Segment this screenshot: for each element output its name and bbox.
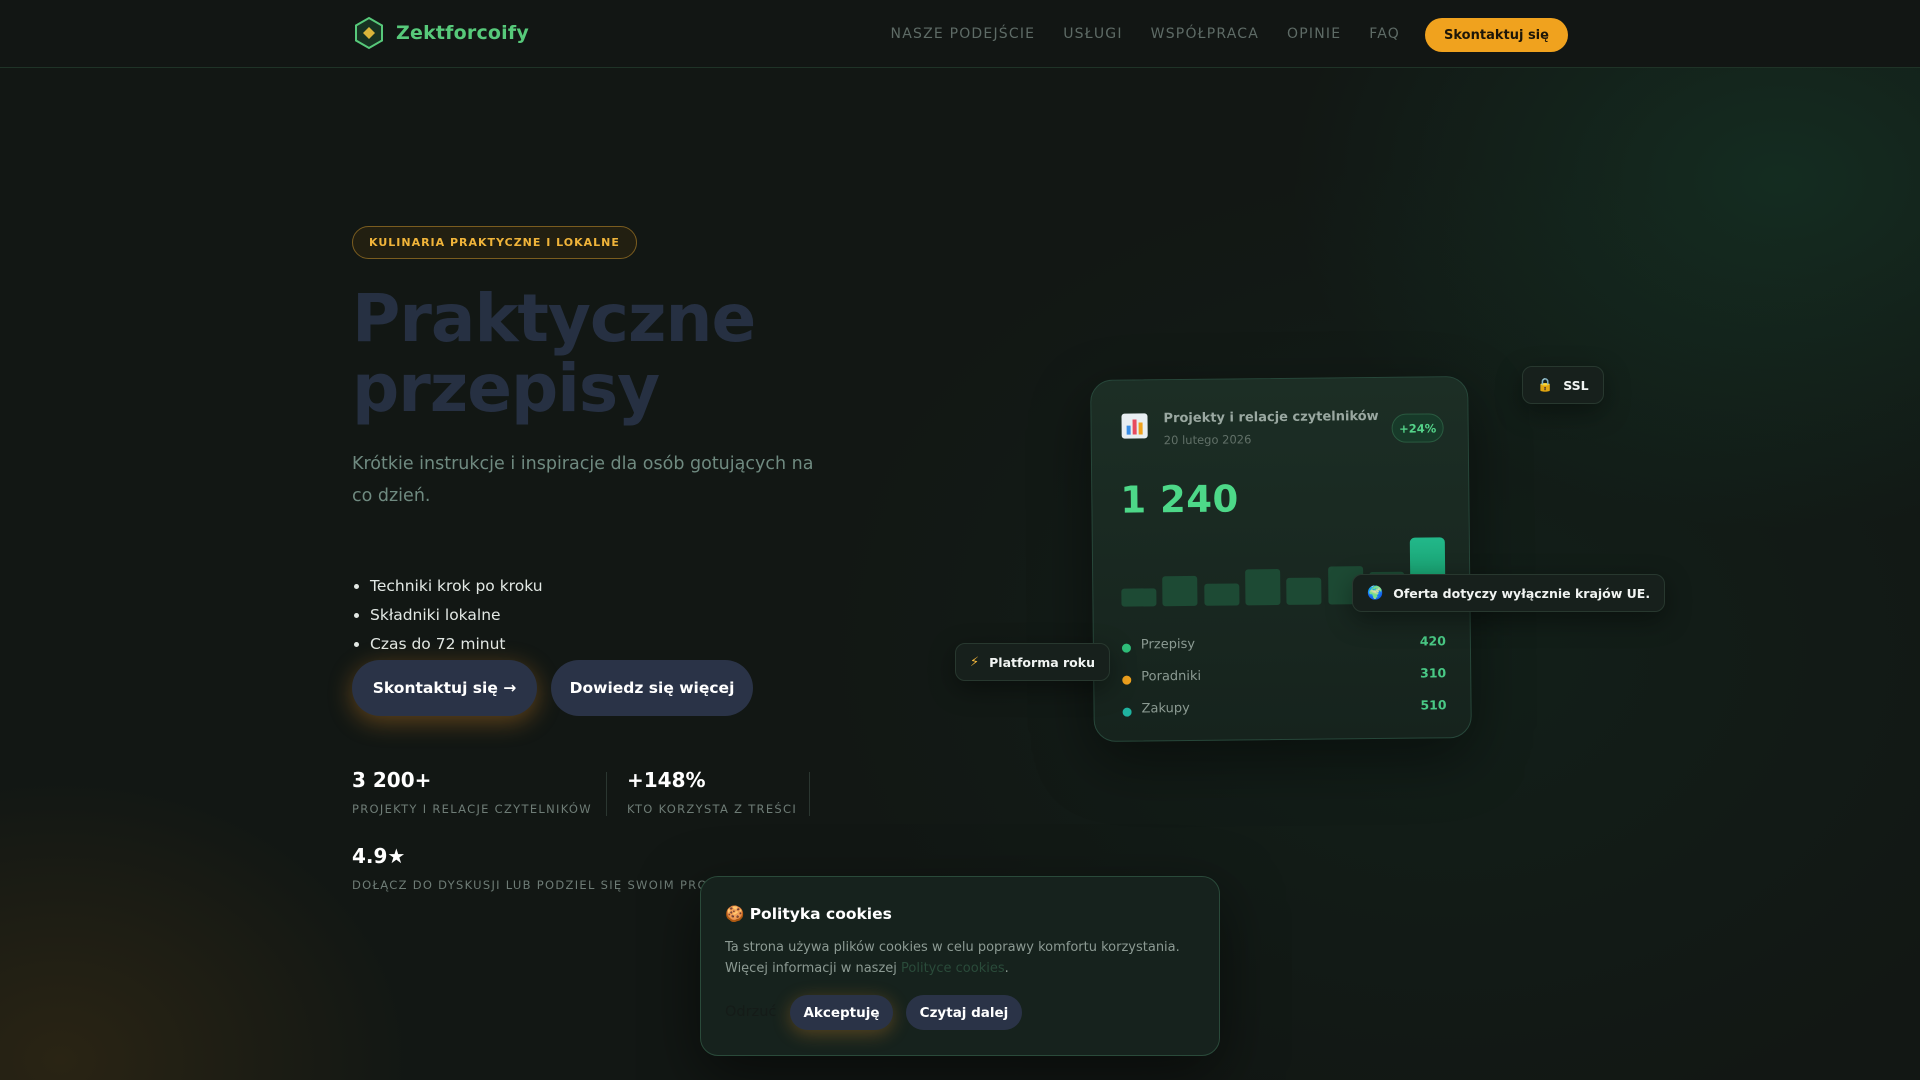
hero-title: Praktyczne przepisy [352,284,912,424]
card-date: 20 lutego 2026 [1163,432,1252,448]
legend-value: 510 [1420,697,1447,713]
hero-subtitle: Krótkie instrukcje i inspiracje dla osób… [352,454,814,506]
legend-dot [1122,675,1132,685]
chart-bar [1162,575,1198,607]
change-badge: +24% [1391,413,1444,443]
stat-divider [809,772,810,816]
cookie-policy-link[interactable]: Polityce cookies [901,961,1005,976]
nav-item-reviews[interactable]: OPINIE [1287,26,1341,42]
site-header: Zektforcoify NASZE PODEJŚCIE USŁUGI WSPÓ… [0,0,1920,68]
cookie-reject-button[interactable]: Odrzuć [725,1004,776,1020]
stat-projects: 3 200+ PROJEKTY I RELACJE CZYTELNIKÓW [352,768,592,816]
lock-icon: 🔒 [1537,377,1554,393]
platform-chip: ⚡ Platforma roku [955,643,1110,681]
legend-row-guides: Poradniki 310 [1122,665,1447,689]
hero-badge: KULINARIA PRAKTYCZNE I LOKALNE [352,226,637,259]
main-nav: NASZE PODEJŚCIE USŁUGI WSPÓŁPRACA OPINIE… [891,0,1400,68]
cookie-title: 🍪 Polityka cookies [725,905,892,923]
nav-item-cooperation[interactable]: WSPÓŁPRACA [1151,26,1259,42]
cookie-text-end: . [1004,961,1009,976]
chart-bar [1203,583,1240,606]
stat-divider [606,772,607,816]
legend-label: Przepisy [1140,636,1196,653]
legend-label: Zakupy [1141,700,1190,717]
stat-value: +148% [627,768,706,792]
cookie-accept-button[interactable]: Akceptuję [790,995,893,1030]
stat-value: 3 200+ [352,768,432,792]
ssl-chip: 🔒 SSL [1522,366,1604,404]
cookie-read-more-button[interactable]: Czytaj dalej [906,995,1022,1030]
stat-rating: 4.9★ DOŁĄCZ DO DYSKUSJI LUB PODZIEL SIĘ … [352,844,757,892]
chart-bar [1244,569,1281,606]
platform-chip-label: Platforma roku [989,654,1095,670]
logo[interactable]: Zektforcoify [352,16,529,50]
nav-item-approach[interactable]: NASZE PODEJŚCIE [891,26,1036,42]
stat-label: PROJEKTY I RELACJE CZYTELNIKÓW [352,802,592,816]
card-title: Projekty i relacje czytelników [1163,408,1379,427]
stat-growth: +148% KTO KORZYSTA Z TREŚCI [627,768,797,816]
lightning-icon: ⚡ [970,654,980,670]
legend-label: Poradniki [1141,668,1202,685]
cookie-text: Ta strona używa plików cookies w celu po… [725,937,1205,979]
hero-title-line1: Praktyczne [352,280,756,357]
card-big-number: 1 240 [1120,477,1239,522]
dashboard-card: Projekty i relacje czytelników 20 lutego… [1090,376,1472,742]
legend-value: 310 [1420,665,1447,681]
nav-item-faq[interactable]: FAQ [1369,26,1400,42]
brand-name: Zektforcoify [396,22,529,44]
bar-chart-icon [1119,410,1149,440]
eu-offer-chip: 🌍 Oferta dotyczy wyłącznie krajów UE. [1352,574,1666,612]
hero-title-line2: przepisy [352,350,660,427]
legend-value: 420 [1419,633,1446,649]
hexagon-logo-icon [352,16,386,50]
header-contact-button[interactable]: Skontaktuj się [1425,18,1568,52]
list-item: Czas do 72 minut [370,630,543,659]
stat-value: 4.9★ [352,844,406,868]
chart-bar [1121,588,1157,607]
legend-row-shopping: Zakupy 510 [1122,697,1447,721]
legend-dot [1121,643,1131,653]
stat-label: KTO KORZYSTA Z TREŚCI [627,802,798,816]
contact-button[interactable]: Skontaktuj się → [352,660,537,716]
stat-label: DOŁĄCZ DO DYSKUSJI LUB PODZIEL SIĘ SWOIM… [352,878,758,892]
learn-more-button[interactable]: Dowiedz się więcej [551,660,753,716]
cookie-banner: 🍪 Polityka cookies Ta strona używa plikó… [700,876,1220,1056]
ssl-chip-label: SSL [1563,377,1589,393]
legend-dot [1122,707,1132,717]
globe-icon: 🌍 [1367,585,1384,601]
chart-bar [1286,577,1322,605]
list-item: Techniki krok po kroku [370,572,543,601]
eu-chip-label: Oferta dotyczy wyłącznie krajów UE. [1393,585,1651,601]
list-item: Składniki lokalne [370,601,543,630]
feature-list: Techniki krok po kroku Składniki lokalne… [370,572,543,659]
legend-row-recipes: Przepisy 420 [1121,633,1446,657]
nav-item-services[interactable]: USŁUGI [1063,26,1122,42]
